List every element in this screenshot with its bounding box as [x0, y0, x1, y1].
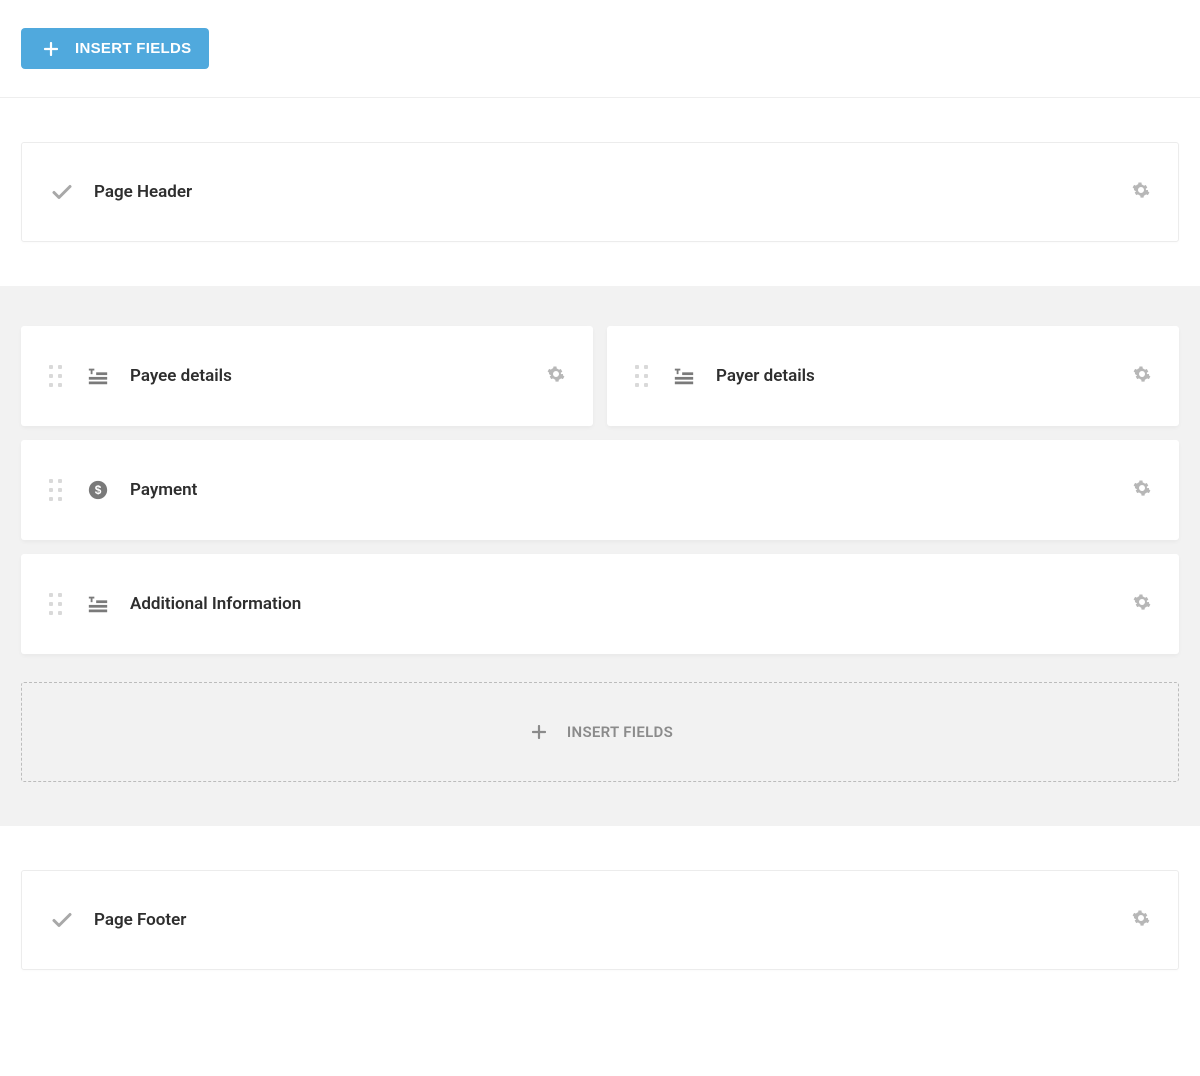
gear-icon[interactable] — [1133, 593, 1151, 615]
page-header-title: Page Header — [94, 182, 1132, 202]
gear-icon[interactable] — [1132, 181, 1150, 203]
gear-icon[interactable] — [1132, 909, 1150, 931]
drag-handle-icon[interactable] — [49, 593, 62, 615]
drag-handle-icon[interactable] — [49, 365, 62, 387]
page-footer-title: Page Footer — [94, 910, 1132, 930]
insert-fields-button[interactable]: INSERT FIELDS — [21, 28, 209, 69]
fields-section: Payee details Payer details — [0, 286, 1200, 826]
page-header-card[interactable]: Page Header — [21, 142, 1179, 242]
gear-icon[interactable] — [1133, 479, 1151, 501]
drag-handle-icon[interactable] — [49, 479, 62, 501]
field-label: Payment — [130, 480, 1133, 500]
drag-handle-icon[interactable] — [635, 365, 648, 387]
field-block-payee-details[interactable]: Payee details — [21, 326, 593, 426]
plus-icon — [39, 42, 63, 56]
check-icon — [50, 908, 74, 932]
header-section: Page Header — [0, 98, 1200, 286]
field-label: Additional Information — [130, 594, 1133, 614]
insert-fields-dropzone-label: INSERT FIELDS — [567, 723, 673, 741]
insert-fields-label: INSERT FIELDS — [75, 40, 191, 57]
text-block-icon — [86, 593, 110, 615]
gear-icon[interactable] — [547, 365, 565, 387]
field-label: Payer details — [716, 366, 1133, 386]
gear-icon[interactable] — [1133, 365, 1151, 387]
field-label: Payee details — [130, 366, 547, 386]
toolbar: INSERT FIELDS — [0, 0, 1200, 98]
dollar-icon: $ — [86, 479, 110, 501]
field-block-payment[interactable]: $ Payment — [21, 440, 1179, 540]
text-block-icon — [672, 365, 696, 387]
text-block-icon — [86, 365, 110, 387]
page-footer-card[interactable]: Page Footer — [21, 870, 1179, 970]
field-block-additional-information[interactable]: Additional Information — [21, 554, 1179, 654]
insert-fields-dropzone[interactable]: INSERT FIELDS — [21, 682, 1179, 782]
field-block-payer-details[interactable]: Payer details — [607, 326, 1179, 426]
svg-text:$: $ — [95, 483, 102, 497]
check-icon — [50, 180, 74, 204]
footer-section: Page Footer — [0, 826, 1200, 1036]
plus-icon — [527, 725, 551, 739]
